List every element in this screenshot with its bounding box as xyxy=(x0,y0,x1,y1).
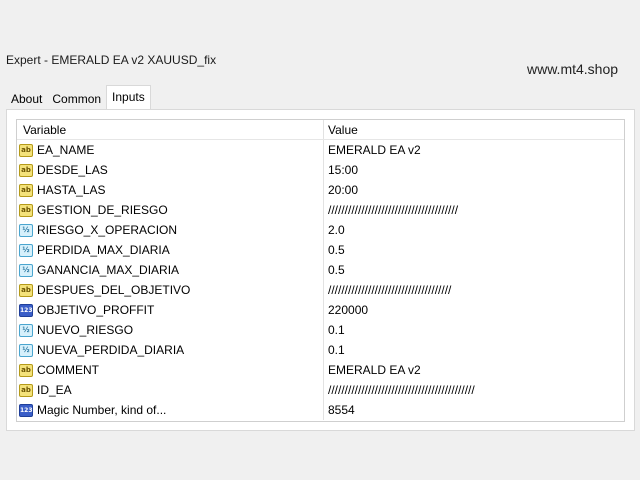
variable-name: Magic Number, kind of... xyxy=(37,403,167,417)
table-row[interactable]: ½ PERDIDA_MAX_DIARIA 0.5 xyxy=(17,240,624,260)
value-cell[interactable]: 20:00 xyxy=(324,180,624,200)
table-row[interactable]: ab COMMENT EMERALD EA v2 xyxy=(17,360,624,380)
variable-cell: ½ NUEVA_PERDIDA_DIARIA xyxy=(17,340,324,360)
tab-about[interactable]: About xyxy=(6,88,47,110)
double-type-icon: ½ xyxy=(19,223,33,237)
variable-cell: ½ PERDIDA_MAX_DIARIA xyxy=(17,240,324,260)
value-cell[interactable]: 15:00 xyxy=(324,160,624,180)
string-type-icon: ab xyxy=(19,383,33,397)
variable-name: PERDIDA_MAX_DIARIA xyxy=(37,243,170,257)
variable-cell: ab DESPUES_DEL_OBJETIVO xyxy=(17,280,324,300)
table-row[interactable]: ab DESPUES_DEL_OBJETIVO //////////////////… xyxy=(17,280,624,300)
table-row[interactable]: ab HASTA_LAS 20:00 xyxy=(17,180,624,200)
value-cell[interactable]: 0.1 xyxy=(324,340,624,360)
table-row[interactable]: ab EA_NAME EMERALD EA v2 xyxy=(17,140,624,160)
tab-common[interactable]: Common xyxy=(47,88,106,110)
value-cell[interactable]: ////////////////////////////////////////… xyxy=(324,380,624,400)
variable-name: RIESGO_X_OPERACION xyxy=(37,223,178,237)
string-type-icon: ab xyxy=(19,363,33,377)
value-cell[interactable]: EMERALD EA v2 xyxy=(324,360,624,380)
variable-cell: ab COMMENT xyxy=(17,360,324,380)
table-row[interactable]: 123 OBJETIVO_PROFFIT 220000 xyxy=(17,300,624,320)
value-cell[interactable]: 0.5 xyxy=(324,260,624,280)
variable-cell: ab HASTA_LAS xyxy=(17,180,324,200)
value-cell[interactable]: EMERALD EA v2 xyxy=(324,140,624,160)
string-type-icon: ab xyxy=(19,283,33,297)
variable-cell: 123 OBJETIVO_PROFFIT xyxy=(17,300,324,320)
tab-bar: About Common Inputs xyxy=(6,85,151,111)
string-type-icon: ab xyxy=(19,163,33,177)
variable-name: GESTION_DE_RIESGO xyxy=(37,203,168,217)
grid-header: Variable Value xyxy=(17,120,624,140)
double-type-icon: ½ xyxy=(19,263,33,277)
variable-name: COMMENT xyxy=(37,363,99,377)
variable-name: OBJETIVO_PROFFIT xyxy=(37,303,155,317)
column-header-variable[interactable]: Variable xyxy=(17,120,324,139)
variable-cell: ab GESTION_DE_RIESGO xyxy=(17,200,324,220)
variable-name: HASTA_LAS xyxy=(37,183,106,197)
table-row[interactable]: 123 Magic Number, kind of... 8554 xyxy=(17,400,624,420)
variable-cell: ab ID_EA xyxy=(17,380,324,400)
integer-type-icon: 123 xyxy=(19,403,33,417)
variable-cell: 123 Magic Number, kind of... xyxy=(17,400,324,420)
table-row[interactable]: ½ GANANCIA_MAX_DIARIA 0.5 xyxy=(17,260,624,280)
variable-name: EA_NAME xyxy=(37,143,95,157)
variable-cell: ½ GANANCIA_MAX_DIARIA xyxy=(17,260,324,280)
variable-name: GANANCIA_MAX_DIARIA xyxy=(37,263,180,277)
string-type-icon: ab xyxy=(19,143,33,157)
double-type-icon: ½ xyxy=(19,243,33,257)
inputs-grid: Variable Value ab EA_NAME EMERALD EA v2 ab D… xyxy=(16,119,625,422)
string-type-icon: ab xyxy=(19,183,33,197)
double-type-icon: ½ xyxy=(19,343,33,357)
variable-name: NUEVA_PERDIDA_DIARIA xyxy=(37,343,185,357)
tab-inputs[interactable]: Inputs xyxy=(106,85,151,111)
table-row[interactable]: ab GESTION_DE_RIESGO /////////////////////… xyxy=(17,200,624,220)
variable-cell: ab DESDE_LAS xyxy=(17,160,324,180)
value-cell[interactable]: 8554 xyxy=(324,400,624,420)
double-type-icon: ½ xyxy=(19,323,33,337)
variable-name: NUEVO_RIESGO xyxy=(37,323,134,337)
variable-name: DESPUES_DEL_OBJETIVO xyxy=(37,283,191,297)
window-title: Expert - EMERALD EA v2 XAUUSD_fix xyxy=(6,53,217,67)
grid-rows: ab EA_NAME EMERALD EA v2 ab DESDE_LAS 15:00 ab… xyxy=(17,140,624,420)
variable-name: ID_EA xyxy=(37,383,72,397)
value-cell[interactable]: ///////////////////////////////////// xyxy=(324,280,624,300)
variable-cell: ab EA_NAME xyxy=(17,140,324,160)
value-cell[interactable]: 220000 xyxy=(324,300,624,320)
value-cell[interactable]: 0.5 xyxy=(324,240,624,260)
inputs-panel: Variable Value ab EA_NAME EMERALD EA v2 ab D… xyxy=(6,109,635,431)
variable-cell: ½ RIESGO_X_OPERACION xyxy=(17,220,324,240)
string-type-icon: ab xyxy=(19,203,33,217)
column-header-value[interactable]: Value xyxy=(324,120,624,139)
table-row[interactable]: ab ID_EA /////////////////////////////////… xyxy=(17,380,624,400)
variable-cell: ½ NUEVO_RIESGO xyxy=(17,320,324,340)
value-cell[interactable]: /////////////////////////////////////// xyxy=(324,200,624,220)
integer-type-icon: 123 xyxy=(19,303,33,317)
value-cell[interactable]: 0.1 xyxy=(324,320,624,340)
variable-name: DESDE_LAS xyxy=(37,163,108,177)
table-row[interactable]: ab DESDE_LAS 15:00 xyxy=(17,160,624,180)
table-row[interactable]: ½ NUEVA_PERDIDA_DIARIA 0.1 xyxy=(17,340,624,360)
value-cell[interactable]: 2.0 xyxy=(324,220,624,240)
table-row[interactable]: ½ NUEVO_RIESGO 0.1 xyxy=(17,320,624,340)
table-row[interactable]: ½ RIESGO_X_OPERACION 2.0 xyxy=(17,220,624,240)
watermark-text: www.mt4.shop xyxy=(527,61,619,77)
